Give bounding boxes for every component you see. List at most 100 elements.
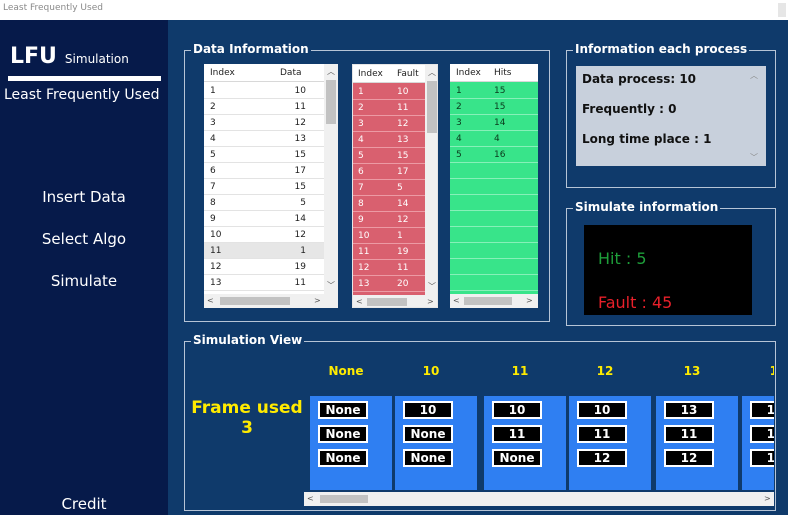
table-row[interactable]: 3 12 [353, 116, 425, 132]
scroll-down-icon[interactable]: ﹀ [750, 152, 758, 163]
scroll-down-icon[interactable]: ﹀ [428, 281, 436, 292]
fault-table-hscroll[interactable]: < > [353, 295, 437, 307]
fault-table[interactable]: Index Fault 1 10 2 11 3 12 4 13 5 15 6 17 7 5 8 14 9 12 10… [352, 64, 438, 308]
table-row[interactable]: 2 11 [353, 100, 425, 116]
data-table-hscroll[interactable]: < > [204, 294, 338, 308]
table-row[interactable] [450, 227, 538, 243]
table-row[interactable]: 9 12 [353, 212, 425, 228]
table-row[interactable]: 75 [353, 180, 425, 196]
table-row[interactable]: 5 15 [353, 148, 425, 164]
table-row[interactable] [450, 195, 538, 211]
header-data: Data [280, 68, 302, 78]
table-row[interactable] [450, 275, 538, 291]
scroll-right-icon[interactable]: > [427, 297, 434, 306]
menu-simulate[interactable]: Simulate [0, 272, 168, 290]
menu-credit[interactable]: Credit [0, 495, 168, 513]
table-row[interactable]: 13 11 [204, 275, 324, 291]
fault-table-hthumb[interactable] [367, 298, 407, 306]
fault-table-vthumb[interactable] [427, 81, 437, 133]
scroll-left-icon[interactable]: < [453, 296, 460, 305]
table-row[interactable]: 11 19 [353, 244, 425, 260]
table-row[interactable] [450, 243, 538, 259]
scroll-down-icon[interactable]: ﹀ [327, 280, 335, 291]
table-row[interactable]: 10 12 [204, 227, 324, 243]
table-row[interactable]: 3 14 [450, 115, 538, 131]
table-row[interactable]: 85 [204, 195, 324, 211]
scroll-left-icon[interactable]: < [307, 494, 314, 503]
table-row[interactable]: 4 13 [353, 132, 425, 148]
table-row[interactable] [450, 211, 538, 227]
window-control-button[interactable] [778, 3, 786, 17]
cell-index: 7 [210, 182, 216, 192]
table-row[interactable] [450, 179, 538, 195]
data-table-vscroll[interactable]: ︿ ﹀ [324, 64, 338, 294]
table-row[interactable]: 5 15 [204, 147, 324, 163]
cell-value: 11 [397, 103, 409, 113]
sim-column-head: 11 [511, 364, 529, 378]
table-row[interactable]: 7 15 [204, 179, 324, 195]
scroll-up-icon[interactable]: ︿ [750, 70, 758, 81]
table-row[interactable]: 12 11 [353, 260, 425, 276]
table-row[interactable]: 2 11 [204, 99, 324, 115]
scroll-right-icon[interactable]: > [764, 494, 771, 503]
simulation-frames-area: None None None None 10 10 None None 11 10 11 None 12… [304, 350, 774, 492]
header-hits: Hits [494, 68, 512, 78]
cell-index: 3 [210, 118, 216, 128]
simulation-hthumb[interactable] [320, 495, 368, 503]
scroll-up-icon[interactable]: ︿ [428, 67, 436, 78]
process-info-title: Information each process [573, 42, 750, 56]
table-row[interactable]: 8 14 [353, 196, 425, 212]
table-row[interactable]: 3 12 [204, 115, 324, 131]
sim-frame-cell: None [492, 449, 542, 467]
header-fault: Fault [397, 69, 419, 79]
table-row[interactable]: 6 17 [204, 163, 324, 179]
table-row[interactable]: 10 1 [353, 228, 425, 244]
table-row[interactable]: 9 14 [204, 211, 324, 227]
hits-table[interactable]: Index Hits 1 15 2 15 3 14 4 4 5 16 < > [450, 64, 538, 308]
cell-index: 10 [210, 230, 222, 240]
table-row[interactable]: 6 17 [353, 164, 425, 180]
table-row[interactable]: 5 16 [450, 147, 538, 163]
menu-select-algo[interactable]: Select Algo [0, 230, 168, 248]
hits-table-hthumb[interactable] [464, 297, 512, 305]
simulation-hscroll[interactable]: < > [304, 492, 774, 506]
process-info-box[interactable]: Data process: 10 Frequently : 0 Long tim… [576, 66, 766, 166]
window-titlebar: Least Frequently Used [0, 0, 788, 20]
sim-frame-cell: 15 [750, 425, 774, 443]
hits-table-hscroll[interactable]: < > [450, 294, 538, 308]
scroll-right-icon[interactable]: > [314, 296, 321, 305]
simulate-info-title: Simulate information [573, 200, 721, 214]
table-row[interactable]: 4 13 [204, 131, 324, 147]
cell-value: 14 [494, 118, 506, 128]
cell-value: 15 [397, 151, 409, 161]
table-row[interactable]: 1 10 [353, 84, 425, 100]
scroll-left-icon[interactable]: < [356, 297, 363, 306]
scroll-right-icon[interactable]: > [526, 296, 533, 305]
menu-insert-data[interactable]: Insert Data [0, 188, 168, 206]
sim-frame-cell: None [318, 449, 368, 467]
data-table[interactable]: Index Data 1 10 2 11 3 12 4 13 5 15 6 17 7 15 8 5 9 14 10 1… [204, 64, 338, 308]
table-row[interactable]: 1 10 [204, 83, 324, 99]
table-row[interactable]: 44 [450, 131, 538, 147]
table-row[interactable]: 2 15 [450, 99, 538, 115]
table-row[interactable] [450, 163, 538, 179]
cell-value: 14 [294, 214, 306, 224]
cell-value: 16 [494, 150, 506, 160]
table-row[interactable] [450, 259, 538, 275]
sim-frame-cell: None [403, 425, 453, 443]
table-row[interactable]: 13 20 [353, 276, 425, 292]
table-row[interactable]: 12 19 [204, 259, 324, 275]
cell-value: 5 [397, 183, 403, 193]
table-row[interactable]: 1 15 [450, 83, 538, 99]
sidebar: LFU Simulation Least Frequently Used Inse… [0, 20, 168, 515]
frame-used-text: Frame used [191, 398, 303, 418]
scroll-up-icon[interactable]: ︿ [327, 66, 335, 77]
cell-index: 1 [210, 86, 216, 96]
data-table-hthumb[interactable] [220, 297, 290, 305]
fault-table-vscroll[interactable]: ︿ ﹀ [425, 65, 437, 295]
logo-underline [8, 76, 161, 81]
sim-frame-column: 13 15 12 [742, 396, 774, 490]
data-table-vthumb[interactable] [326, 80, 336, 124]
table-row[interactable]: 11 1 [204, 243, 324, 259]
scroll-left-icon[interactable]: < [207, 296, 214, 305]
